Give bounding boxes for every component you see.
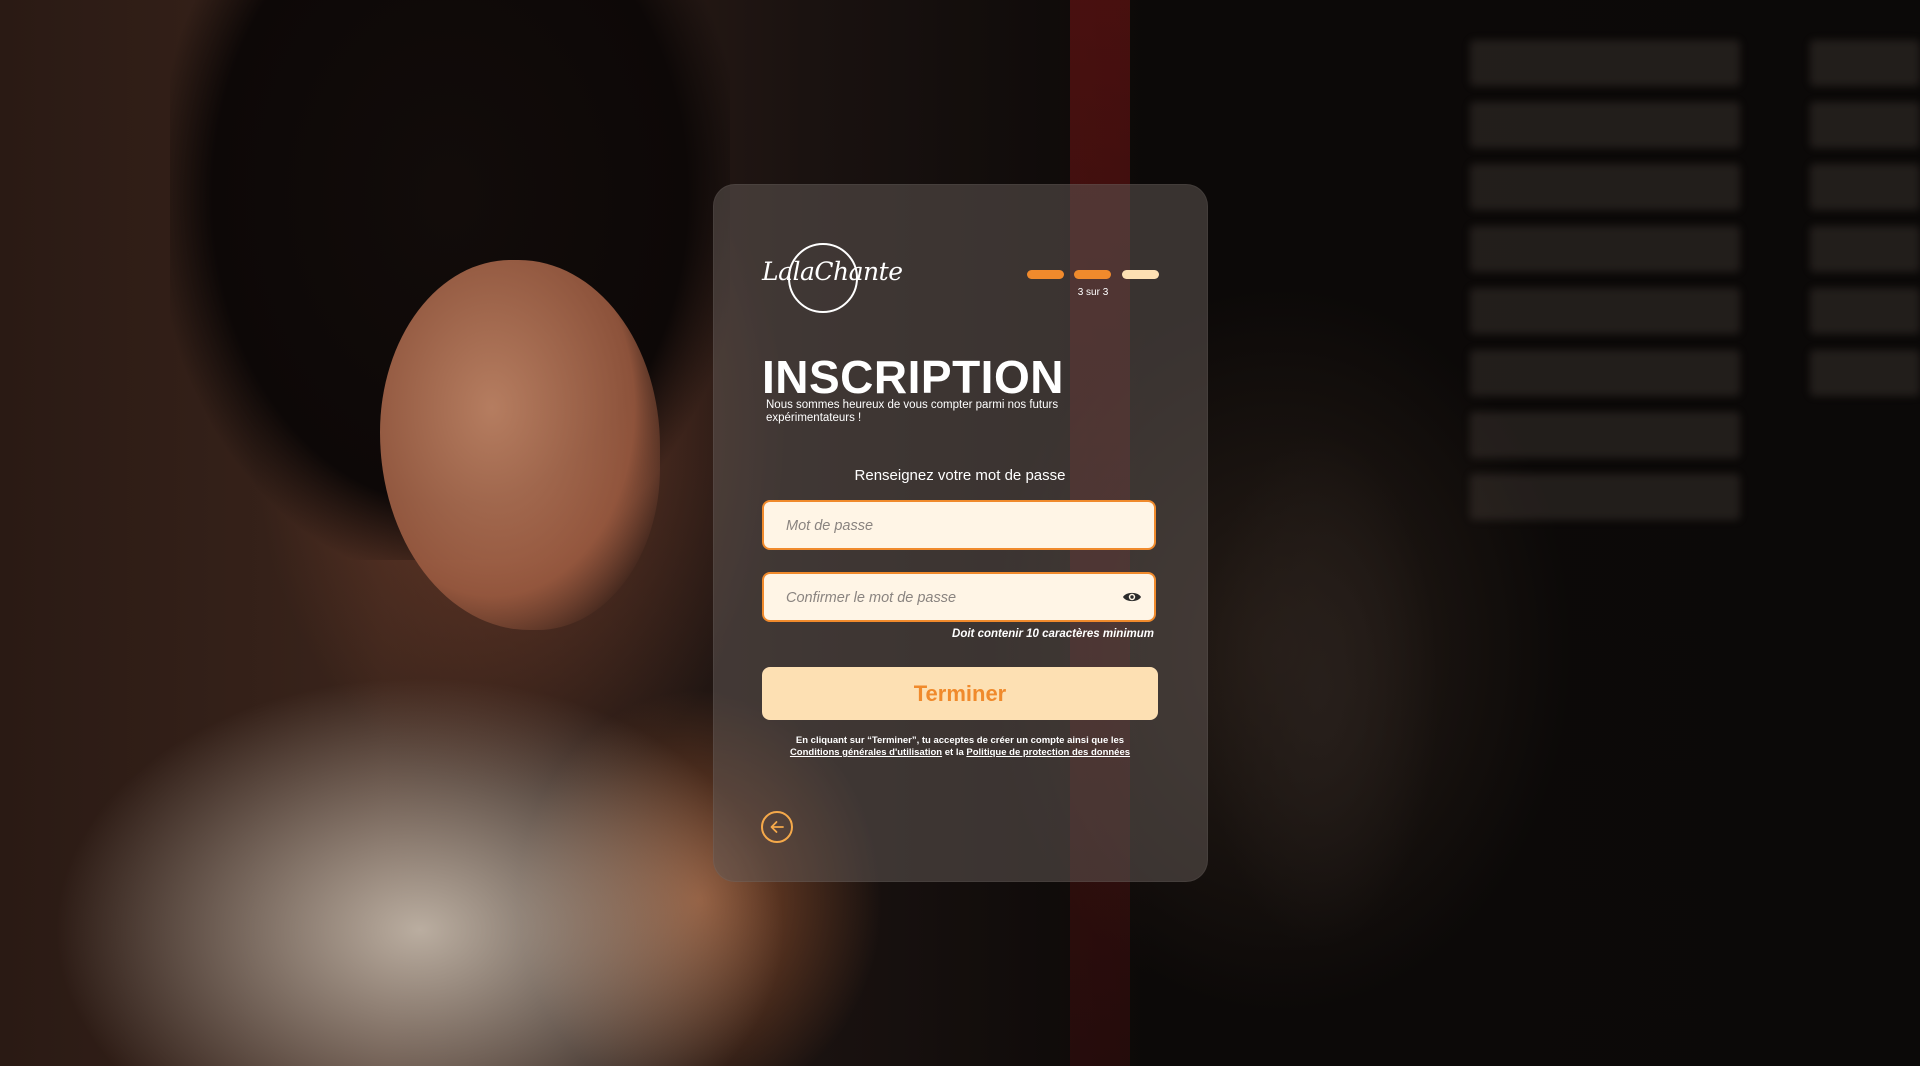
back-button[interactable]	[761, 811, 793, 843]
arrow-left-icon	[770, 821, 784, 833]
background-microphone	[1200, 430, 1440, 950]
page-subtitle: Nous sommes heureux de vous compter parm…	[766, 399, 1059, 424]
form-section-label: Renseignez votre mot de passe	[854, 467, 1066, 484]
signup-page: LalaChante 3 sur 3 INSCRIPTION Nous somm…	[0, 0, 1920, 1066]
finish-button[interactable]: Terminer	[762, 667, 1158, 720]
background-blinds	[1470, 40, 1920, 560]
eye-icon[interactable]	[1122, 589, 1142, 605]
progress-step-2	[1074, 270, 1111, 279]
logo-text: LalaChante	[762, 257, 903, 286]
progress-step-1	[1027, 270, 1064, 279]
terms-link[interactable]: Conditions générales d'utilisation	[790, 747, 942, 758]
confirm-password-field	[762, 572, 1156, 622]
legal-text: En cliquant sur “Terminer”, tu acceptes …	[795, 735, 1125, 746]
step-progress: 3 sur 3	[1027, 270, 1159, 310]
logo: LalaChante	[762, 243, 903, 313]
password-input[interactable]	[784, 502, 1108, 550]
privacy-link[interactable]: Politique de protection des données	[966, 747, 1130, 758]
progress-label: 3 sur 3	[1077, 287, 1109, 298]
password-hint: Doit contenir 10 caractères minimum	[952, 628, 1154, 640]
legal-notice: En cliquant sur “Terminer”, tu acceptes …	[762, 735, 1158, 759]
password-field	[762, 500, 1156, 550]
page-title: INSCRIPTION	[762, 351, 1064, 403]
legal-connector: et la	[944, 747, 964, 758]
confirm-password-input[interactable]	[784, 574, 1108, 622]
progress-step-3	[1122, 270, 1159, 279]
